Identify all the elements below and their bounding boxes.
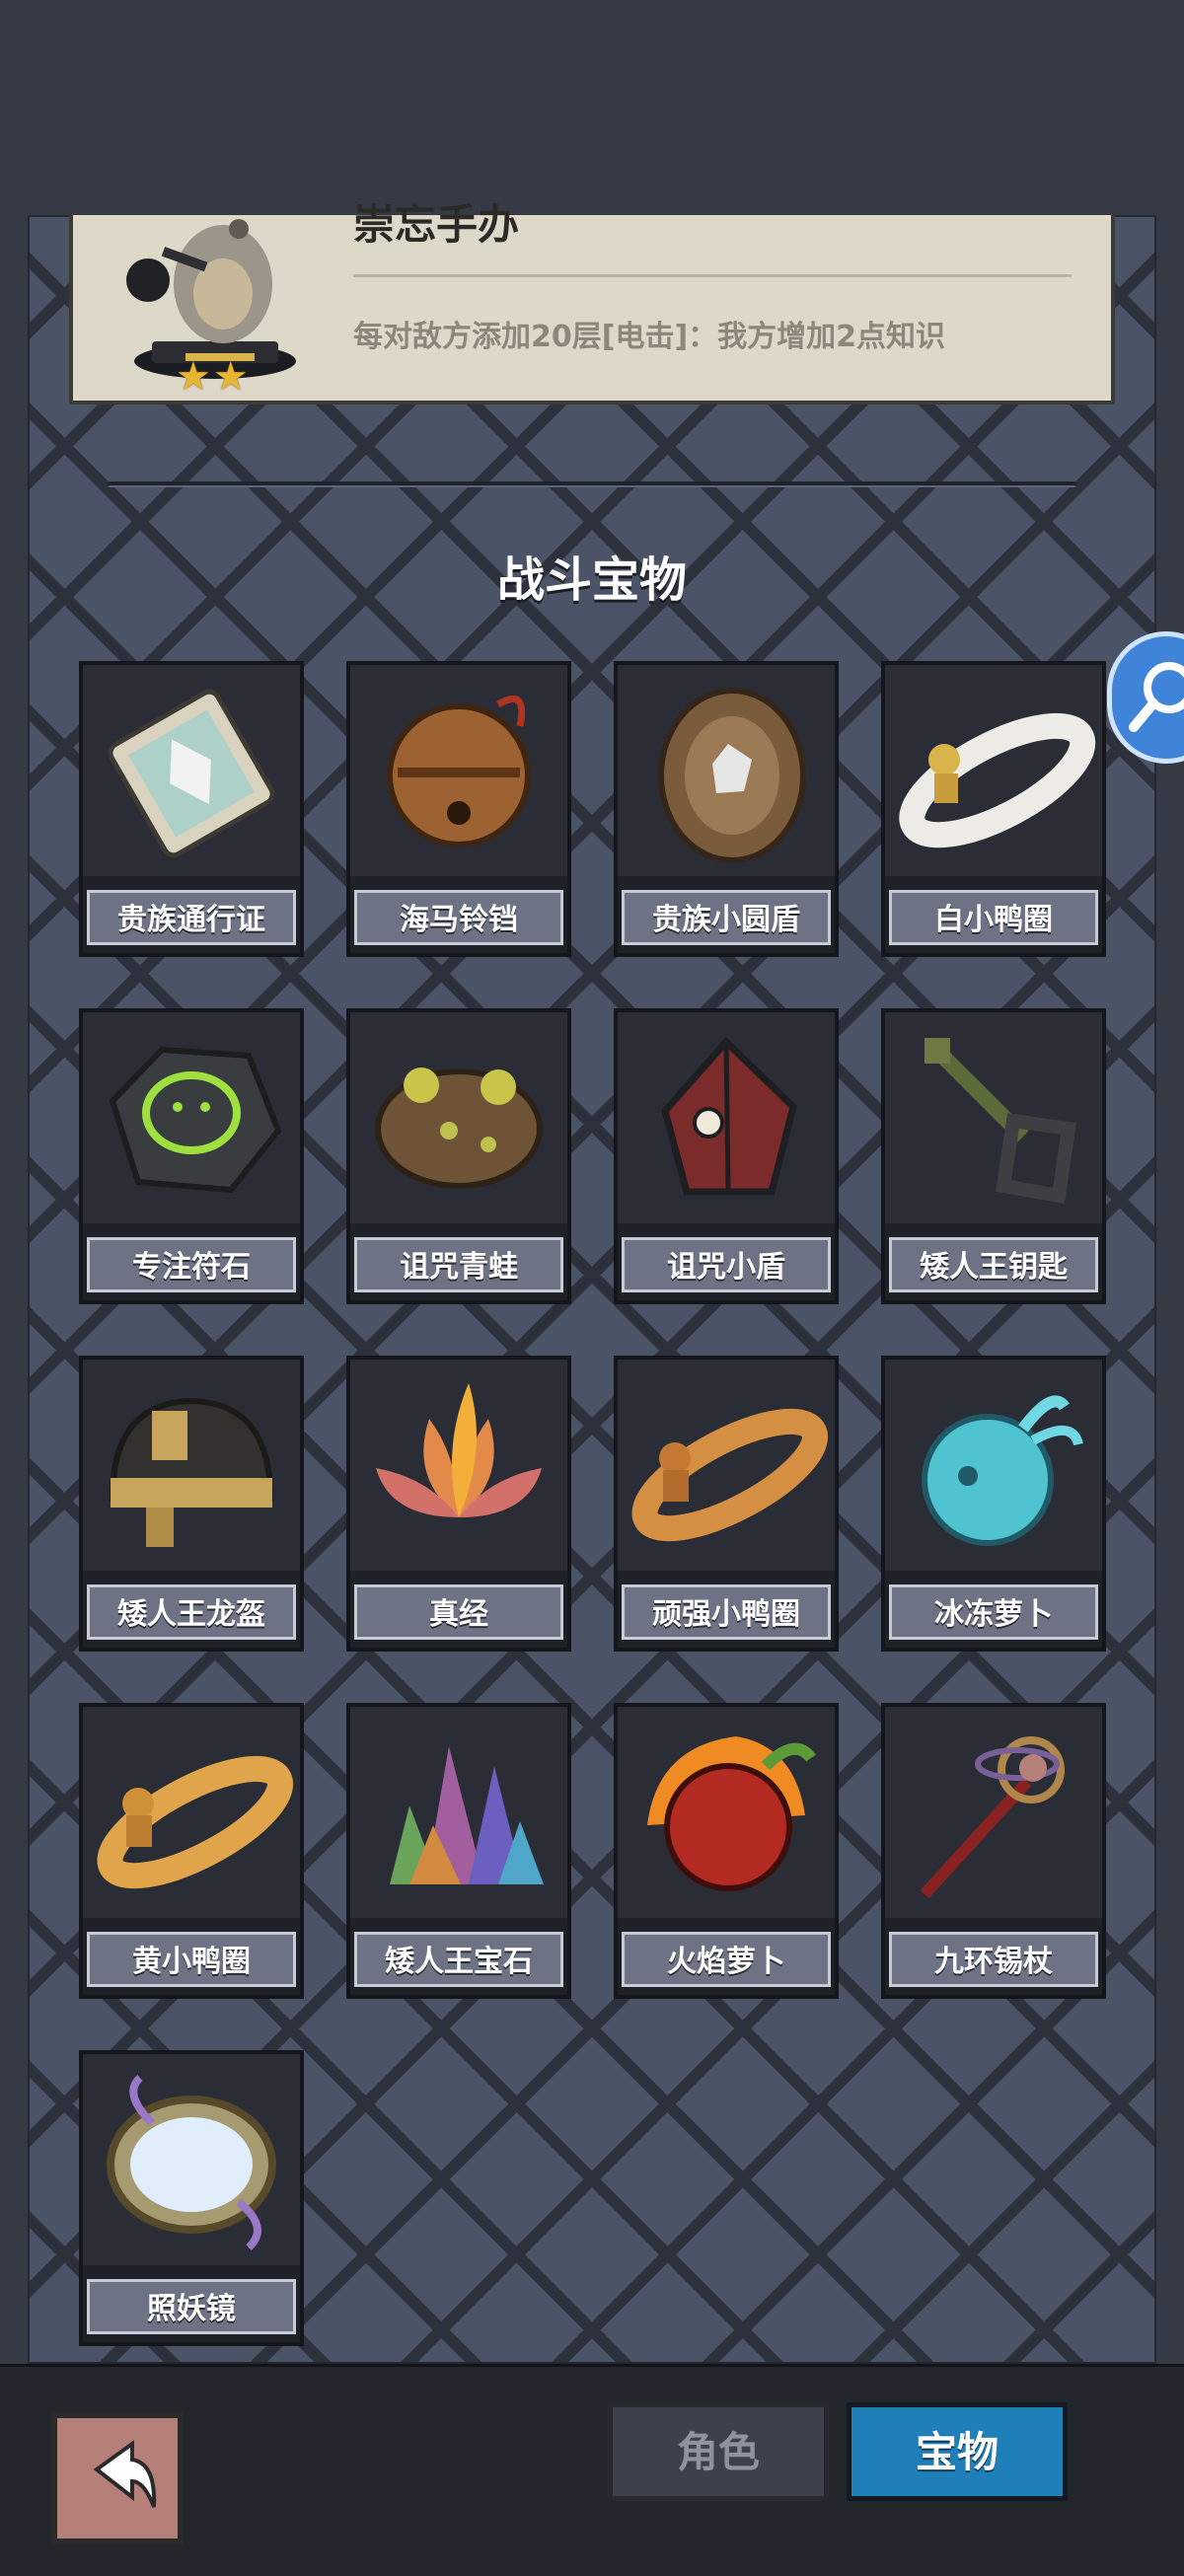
treasure-item[interactable]: 矮人王龙盔 (79, 1356, 304, 1652)
star-icon: ★ (212, 354, 249, 400)
treasure-item[interactable]: 照妖镜 (79, 2050, 304, 2346)
mirror-icon (83, 2054, 300, 2265)
rune-stone-icon (83, 1012, 300, 1223)
treasure-item[interactable]: 海马铃铛 (346, 661, 571, 957)
treasure-item[interactable]: 贵族通行证 (79, 661, 304, 957)
bottom-bar: 角色 宝物 (0, 2364, 1184, 2576)
item-label: 顽强小鸭圈 (622, 1584, 831, 1640)
search-float-button[interactable] (1107, 631, 1184, 764)
cursed-shield-icon (618, 1012, 835, 1223)
yellow-duck-ring-icon (83, 1707, 300, 1918)
staff-icon (885, 1707, 1102, 1918)
item-label: 矮人王宝石 (354, 1932, 563, 1987)
item-label: 矮人王龙盔 (87, 1584, 296, 1640)
crystal-icon (350, 1707, 567, 1918)
section-divider (109, 481, 1075, 485)
treasure-item[interactable]: 专注符石 (79, 1008, 304, 1304)
round-shield-icon (618, 665, 835, 876)
item-label: 九环锡杖 (889, 1932, 1098, 1987)
treasure-item[interactable]: 火焰萝卜 (614, 1703, 839, 1999)
frog-icon (350, 1012, 567, 1223)
item-label: 诅咒小盾 (622, 1237, 831, 1292)
hero-card-divider (353, 274, 1072, 277)
item-label: 专注符石 (87, 1237, 296, 1292)
item-label: 黄小鸭圈 (87, 1932, 296, 1987)
key-icon (885, 1012, 1102, 1223)
magnifier-icon (1129, 662, 1184, 732)
item-label: 矮人王钥匙 (889, 1237, 1098, 1292)
lotus-icon (350, 1360, 567, 1571)
treasure-item[interactable]: 冰冻萝卜 (881, 1356, 1106, 1652)
back-arrow-icon (93, 2440, 157, 2508)
item-label: 照妖镜 (87, 2279, 296, 2334)
treasure-item[interactable]: 诅咒青蛙 (346, 1008, 571, 1304)
item-label: 火焰萝卜 (622, 1932, 831, 1987)
card-pass-icon (83, 665, 300, 876)
star-rating: ★ ★ (176, 357, 249, 397)
treasure-item[interactable]: 矮人王宝石 (346, 1703, 571, 1999)
item-label: 诅咒青蛙 (354, 1237, 563, 1292)
hero-card: 崇忘手办 每对敌方添加20层[电击]：我方增加2点知识 ★ ★ (69, 201, 1115, 405)
helmet-icon (83, 1360, 300, 1571)
item-label: 贵族小圆盾 (622, 890, 831, 945)
treasure-item[interactable]: 九环锡杖 (881, 1703, 1106, 1999)
treasure-item[interactable]: 白小鸭圈 (881, 661, 1106, 957)
item-label: 冰冻萝卜 (889, 1584, 1098, 1640)
top-bar (0, 0, 1184, 215)
item-label: 白小鸭圈 (889, 890, 1098, 945)
treasure-item[interactable]: 诅咒小盾 (614, 1008, 839, 1304)
tab-role[interactable]: 角色 (608, 2402, 829, 2501)
treasure-item[interactable]: 真经 (346, 1356, 571, 1652)
white-duck-ring-icon (885, 665, 1102, 876)
item-label: 真经 (354, 1584, 563, 1640)
orange-duck-ring-icon (618, 1360, 835, 1571)
treasure-item[interactable]: 矮人王钥匙 (881, 1008, 1106, 1304)
item-label: 海马铃铛 (354, 890, 563, 945)
star-icon: ★ (176, 354, 211, 400)
treasure-item[interactable]: 黄小鸭圈 (79, 1703, 304, 1999)
section-title: 战斗宝物 (496, 552, 687, 608)
item-label: 贵族通行证 (87, 890, 296, 945)
treasure-item[interactable]: 贵族小圆盾 (614, 661, 839, 957)
bell-icon (350, 665, 567, 876)
ice-radish-icon (885, 1360, 1102, 1571)
back-button[interactable] (51, 2412, 184, 2544)
hero-description: 每对敌方添加20层[电击]：我方增加2点知识 (353, 320, 946, 354)
hero-name: 崇忘手办 (353, 201, 520, 249)
fire-radish-icon (618, 1707, 835, 1918)
treasure-item[interactable]: 顽强小鸭圈 (614, 1356, 839, 1652)
tab-treasure[interactable]: 宝物 (847, 2402, 1068, 2501)
